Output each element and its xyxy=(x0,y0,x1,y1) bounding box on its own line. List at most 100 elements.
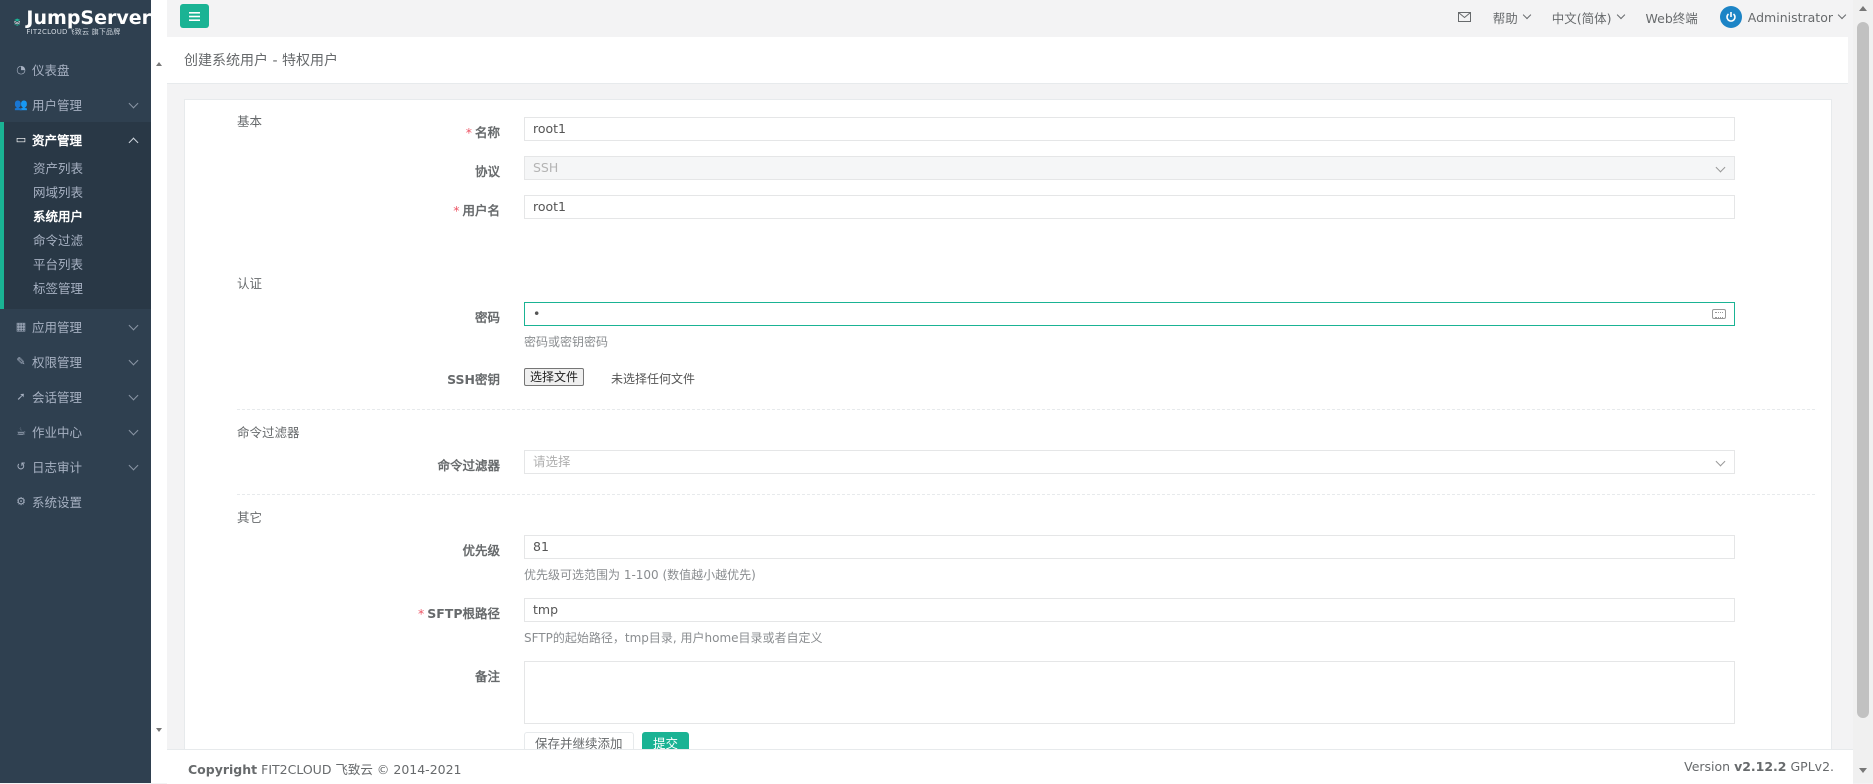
password-input[interactable]: • xyxy=(524,302,1735,326)
language-label: 中文(简体) xyxy=(1551,10,1612,26)
assets-submenu: 资产列表 网域列表 系统用户 命令过滤 平台列表 标签管理 xyxy=(4,157,151,309)
sftp-input[interactable]: tmp xyxy=(524,598,1735,622)
password-label: 密码 xyxy=(474,310,500,325)
dashboard-icon: ◔ xyxy=(16,63,26,76)
file-status: 未选择任何文件 xyxy=(611,372,696,386)
divider xyxy=(237,494,1815,495)
page-heading: 创建系统用户 - 特权用户 xyxy=(167,37,1848,84)
chevron-down-icon xyxy=(128,425,139,436)
protocol-select[interactable]: SSH xyxy=(524,156,1735,180)
help-label: 帮助 xyxy=(1492,10,1518,26)
chevron-down-icon xyxy=(1522,10,1531,20)
cogs-icon: ⚙ xyxy=(16,495,26,508)
inbox-icon: ▭ xyxy=(15,133,27,146)
users-icon: 👥 xyxy=(14,98,28,111)
footer: Copyright FIT2CLOUD 飞致云 © 2014-2021 Vers… xyxy=(167,749,1853,784)
chevron-down-icon xyxy=(128,390,139,401)
sidebar-item-label: 作业中心 xyxy=(32,425,83,440)
sidebar-subitem-domain-list[interactable]: 网域列表 xyxy=(4,181,151,205)
sidebar-item-label: 系统设置 xyxy=(32,495,83,510)
sidebar-item-label: 用户管理 xyxy=(32,98,83,113)
name-input[interactable]: root1 xyxy=(524,117,1735,141)
sidebar-item-label: 权限管理 xyxy=(32,355,83,370)
sidebar-item-settings[interactable]: ⚙ 系统设置 xyxy=(0,484,151,519)
toggle-sidebar-button[interactable] xyxy=(180,4,209,28)
sidebar-subitem-system-user[interactable]: 系统用户 xyxy=(4,205,151,229)
sidebar-item-label: 会话管理 xyxy=(32,390,83,405)
rocket-icon: ➚ xyxy=(16,390,26,403)
sidebar-subitem-platform-list[interactable]: 平台列表 xyxy=(4,253,151,277)
scroll-down-icon[interactable] xyxy=(156,728,162,732)
priority-label: 优先级 xyxy=(462,543,500,558)
help-menu[interactable]: 帮助 xyxy=(1492,8,1531,27)
username-input[interactable]: root1 xyxy=(524,195,1735,219)
keyboard-icon[interactable] xyxy=(1712,309,1726,319)
sftp-label-text: SFTP根路径 xyxy=(427,606,500,621)
chevron-up-icon xyxy=(128,137,139,148)
chevron-down-icon xyxy=(128,355,139,366)
scroll-up-icon[interactable] xyxy=(1859,6,1867,11)
power-icon xyxy=(1725,12,1736,22)
sidebar-subitem-asset-list[interactable]: 资产列表 xyxy=(4,157,151,181)
envelope-icon xyxy=(1457,12,1471,22)
section-auth-title: 认证 xyxy=(237,276,263,291)
required-mark: * xyxy=(418,606,425,621)
command-filter-select[interactable]: 请选择 xyxy=(524,450,1735,474)
grid-icon: ▦ xyxy=(15,320,27,333)
sidebar-item-users[interactable]: 👥 用户管理 xyxy=(0,87,151,122)
top-right-menu: 帮助 中文(简体) Web终端 Administrator xyxy=(1436,0,1847,34)
choose-file-button[interactable]: 选择文件 xyxy=(524,368,585,386)
sidebar-item-assets[interactable]: ▭ 资产管理 xyxy=(4,122,151,157)
protocol-value: SSH xyxy=(533,160,559,175)
chevron-down-icon xyxy=(128,98,139,109)
sidebar-subitem-command-filter[interactable]: 命令过滤 xyxy=(4,229,151,253)
web-terminal-link[interactable]: Web终端 xyxy=(1646,8,1698,27)
sidebar-item-dashboard[interactable]: ◔ 仪表盘 xyxy=(0,52,151,87)
sidebar-item-applications[interactable]: ▦ 应用管理 xyxy=(0,309,151,344)
sidebar-scrollbar[interactable] xyxy=(151,0,167,783)
avatar xyxy=(1719,6,1742,28)
edit-icon: ✎ xyxy=(16,355,26,368)
sidebar-nav: ◔ 仪表盘 👥 用户管理 ▭ 资产管理 资产列表 网域列表 系统用户 命令过滤 … xyxy=(0,52,151,519)
section-other-title: 其它 xyxy=(237,510,263,525)
user-name: Administrator xyxy=(1747,9,1833,25)
sftp-help: SFTP的起始路径，tmp目录, 用户home目录或者自定义 xyxy=(524,631,823,645)
page-scrollbar[interactable] xyxy=(1853,0,1873,783)
footer-version: Version v2.12.2 GPLv2. xyxy=(1684,759,1834,774)
sidebar-item-label: 日志审计 xyxy=(32,460,83,475)
scrollbar-thumb[interactable] xyxy=(1857,22,1869,718)
sidebar-item-label: 应用管理 xyxy=(32,320,83,335)
ssh-key-label: SSH密钥 xyxy=(447,372,500,387)
user-menu[interactable]: Administrator xyxy=(1719,6,1847,28)
username-label-text: 用户名 xyxy=(462,203,500,218)
command-filter-placeholder: 请选择 xyxy=(533,454,571,469)
language-menu[interactable]: 中文(简体) xyxy=(1551,8,1625,27)
history-icon: ↺ xyxy=(16,460,26,473)
sidebar-item-jobs[interactable]: ☕ 作业中心 xyxy=(0,414,151,449)
web-terminal-label: Web终端 xyxy=(1645,10,1698,26)
version-label: Version xyxy=(1684,759,1731,774)
page-title: 创建系统用户 - 特权用户 xyxy=(184,53,338,69)
version-number: v2.12.2 xyxy=(1734,759,1787,774)
copyright-text: FIT2CLOUD 飞致云 © 2014-2021 xyxy=(261,762,462,777)
logo[interactable]: JumpServer FIT2CLOUD飞致云 旗下品牌 xyxy=(0,0,151,44)
sidebar-subitem-label-manage[interactable]: 标签管理 xyxy=(4,277,151,301)
sidebar-item-sessions[interactable]: ➚ 会话管理 xyxy=(0,379,151,414)
sidebar-item-permissions[interactable]: ✎ 权限管理 xyxy=(0,344,151,379)
copyright-label: Copyright xyxy=(188,762,258,777)
username-label: * 用户名 xyxy=(185,200,500,219)
sidebar-item-audits[interactable]: ↺ 日志审计 xyxy=(0,449,151,484)
command-filter-label: 命令过滤器 xyxy=(437,458,500,473)
chevron-down-icon xyxy=(128,460,139,471)
scroll-down-icon[interactable] xyxy=(1859,768,1867,773)
comment-label: 备注 xyxy=(474,669,500,684)
name-label: * 名称 xyxy=(185,122,500,141)
chevron-down-icon xyxy=(1715,456,1726,467)
priority-input[interactable]: 81 xyxy=(524,535,1735,559)
sidebar-item-label: 仪表盘 xyxy=(32,63,70,78)
scroll-up-icon[interactable] xyxy=(156,62,162,66)
required-mark: * xyxy=(453,203,460,218)
brand-name: JumpServer xyxy=(26,6,151,29)
comment-textarea[interactable] xyxy=(524,661,1735,724)
messages-button[interactable] xyxy=(1457,12,1471,22)
